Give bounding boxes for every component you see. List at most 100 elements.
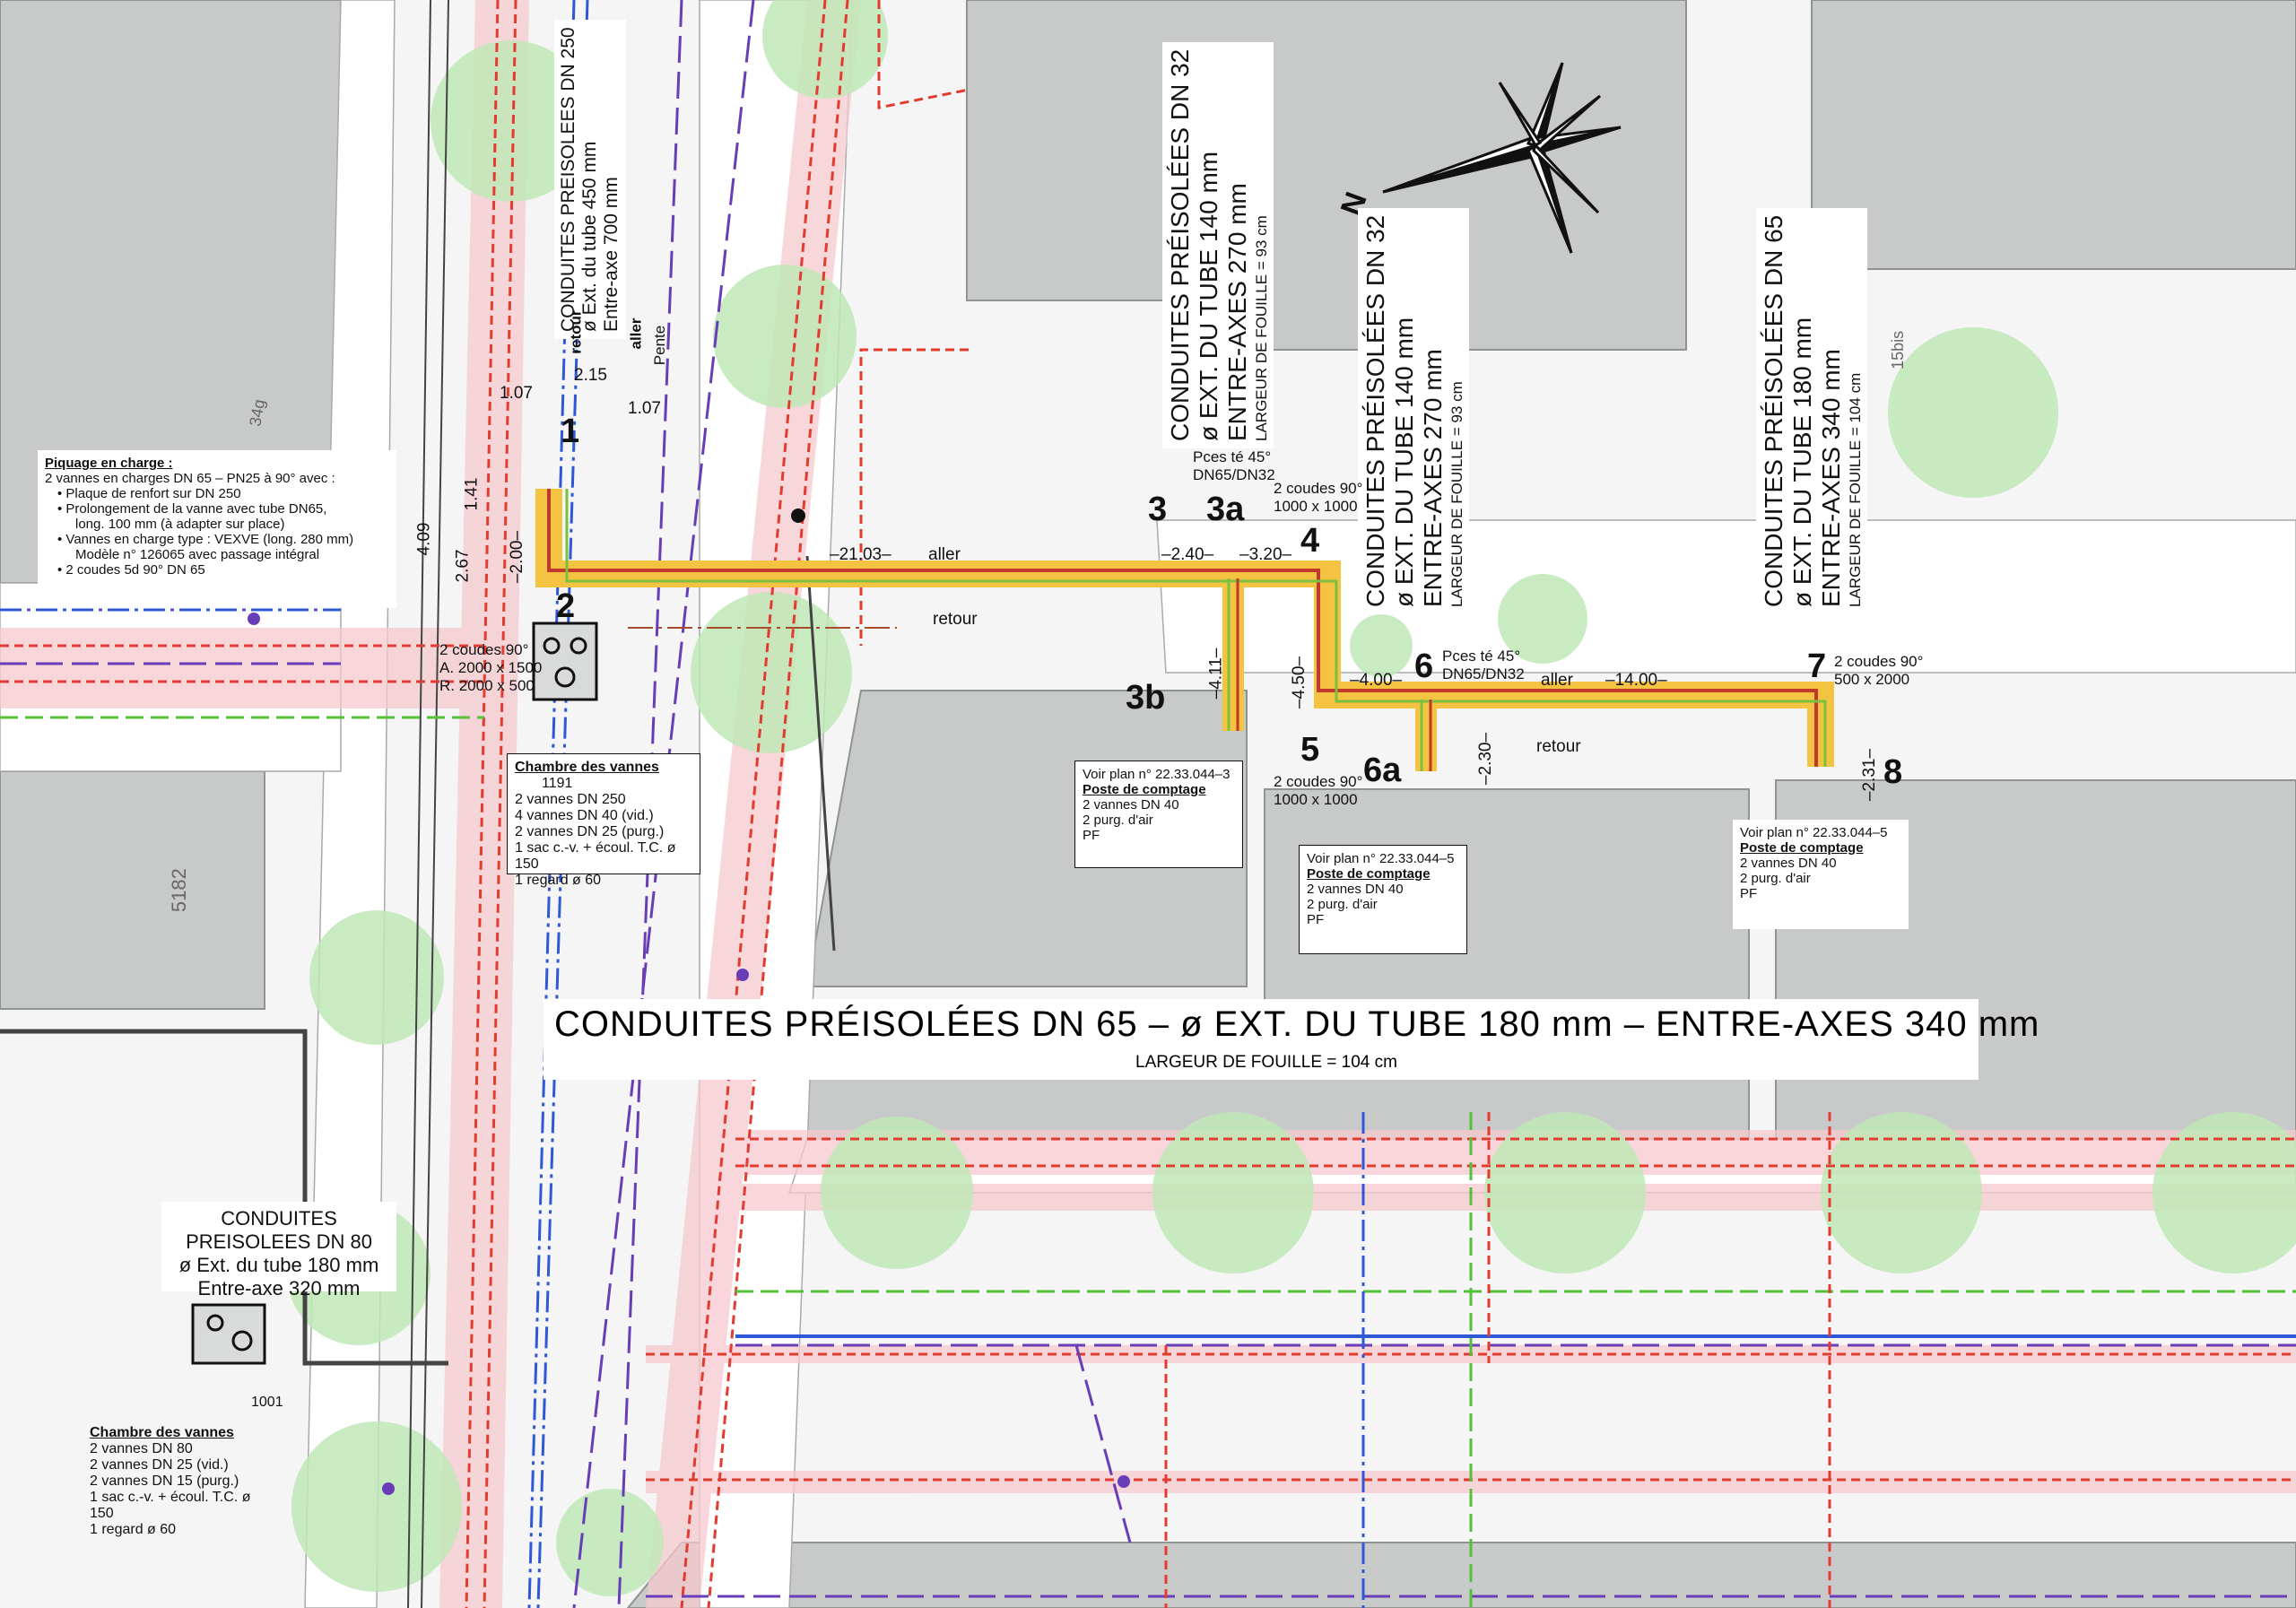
point-5: 5 bbox=[1300, 731, 1320, 769]
box-chambre-1191-l2: 4 vannes DN 40 (vid.) bbox=[515, 808, 654, 823]
dim-2-00: –2.00– bbox=[508, 530, 527, 584]
tree-icon bbox=[556, 1489, 664, 1596]
box-poste-5a-l1: 2 vannes DN 40 bbox=[1307, 882, 1404, 897]
dim-14-00: –14.00– bbox=[1605, 671, 1667, 690]
tree-icon bbox=[291, 1421, 462, 1592]
box-chambre-1001-l4: 1 sac c.-v. + écoul. T.C. ø 150 bbox=[90, 1490, 251, 1521]
dim-1-07-b: 1.07 bbox=[628, 399, 661, 418]
box-chambre-1001-id: 1001 bbox=[251, 1395, 283, 1410]
box-chambre-1001-l1: 2 vannes DN 80 bbox=[90, 1441, 193, 1456]
box-chambre-1001-l3: 2 vannes DN 15 (purg.) bbox=[90, 1473, 239, 1489]
pipe-label-dn65-v-line1: CONDUITES PRÉISOLÉES DN 65 bbox=[1760, 214, 1787, 607]
box-poste-5b-title: Poste de comptage bbox=[1740, 840, 1864, 856]
box-poste-5a-l3: PF bbox=[1307, 912, 1325, 927]
point-3: 3 bbox=[1148, 491, 1168, 528]
box-chambre-1191-title: Chambre des vannes bbox=[515, 760, 659, 775]
building-number-15bis: 15bis bbox=[1889, 330, 1908, 369]
box-poste-5-a: Voir plan n° 22.33.044–5 Poste de compta… bbox=[1299, 845, 1467, 954]
pipe-label-dn250-line1: CONDUITES PREISOLEES DN 250 bbox=[558, 27, 578, 332]
pipe-label-dn250-line2: ø Ext. du tube 450 mm bbox=[579, 141, 601, 332]
dim-2-40: –2.40– bbox=[1161, 545, 1214, 564]
annot-6-line1: Pces té 45° bbox=[1442, 648, 1521, 665]
box-chambre-1191-id: 1191 bbox=[542, 776, 573, 791]
annot-2-line2: A. 2000 x 1500 bbox=[439, 659, 543, 676]
dim-2-31: –2.31– bbox=[1860, 748, 1880, 802]
building-bottom bbox=[626, 1542, 2296, 1608]
pipe-label-dn80-line2: ø Ext. du tube 180 mm bbox=[178, 1254, 379, 1276]
annot-3a-line1: Pces té 45° bbox=[1193, 448, 1272, 465]
flow-retour-1: retour bbox=[933, 610, 978, 629]
pipe-label-dn32-b-line3: ENTRE-AXES 270 mm bbox=[1419, 349, 1448, 607]
box-poste-5a-title: Poste de comptage bbox=[1307, 866, 1431, 882]
building-number-5182: 5182 bbox=[167, 868, 190, 913]
flow-retour-top: retour bbox=[567, 309, 585, 354]
point-8: 8 bbox=[1883, 753, 1903, 791]
flow-pente: Pente bbox=[651, 325, 669, 366]
annot-5: 2 coudes 90° 1000 x 1000 bbox=[1274, 773, 1362, 809]
point-6a: 6a bbox=[1363, 752, 1402, 789]
box-poste-3-l2: 2 purg. d'air bbox=[1083, 813, 1153, 828]
box-piquage-b2: • Prolongement de la vanne avec tube DN6… bbox=[57, 501, 327, 517]
box-piquage: Piquage en charge : 2 vannes en charges … bbox=[38, 450, 396, 608]
point-7: 7 bbox=[1807, 648, 1827, 685]
box-chambre-1001-l5: 1 regard ø 60 bbox=[90, 1522, 177, 1537]
point-1: 1 bbox=[561, 413, 580, 450]
pipe-label-dn65-banner-line1: CONDUITES PRÉISOLÉES DN 65 – ø EXT. DU T… bbox=[554, 1004, 2040, 1044]
box-poste-3-l1: 2 vannes DN 40 bbox=[1083, 797, 1179, 813]
box-piquage-title: Piquage en charge : bbox=[45, 456, 173, 471]
box-piquage-b2b: long. 100 mm (à adapter sur place) bbox=[75, 517, 285, 532]
tree-icon bbox=[1350, 614, 1413, 677]
box-piquage-b3b: Modèle n° 126065 avec passage intégral bbox=[75, 547, 320, 562]
pipe-label-dn65-vertical: CONDUITES PRÉISOLÉES DN 65 ø EXT. DU TUB… bbox=[1756, 207, 1868, 614]
point-2: 2 bbox=[556, 587, 576, 625]
flow-aller-2: aller bbox=[1541, 671, 1573, 690]
valve-chamber-icon bbox=[191, 1303, 266, 1365]
pipe-label-dn32-b-line4: LARGEUR DE FOUILLE = 93 cm bbox=[1448, 381, 1465, 607]
pipe-label-dn32-b-line2: ø EXT. DU TUBE 140 mm bbox=[1390, 317, 1419, 607]
box-poste-5a-l2: 2 purg. d'air bbox=[1307, 897, 1378, 912]
box-chambre-1191-l1: 2 vannes DN 250 bbox=[515, 792, 626, 807]
pipe-label-dn32-a-line2: ø EXT. DU TUBE 140 mm bbox=[1195, 151, 1223, 441]
point-3b: 3b bbox=[1126, 679, 1166, 717]
box-piquage-line1: 2 vannes en charges DN 65 – PN25 à 90° a… bbox=[45, 471, 335, 486]
building-top-center bbox=[966, 0, 1687, 351]
pipe-label-dn65-banner: CONDUITES PRÉISOLÉES DN 65 – ø EXT. DU T… bbox=[544, 999, 2039, 1080]
box-chambre-1191-l5: 1 regard ø 60 bbox=[515, 873, 602, 888]
dim-21-03: –21.03– bbox=[830, 545, 891, 564]
box-poste-5-b: Voir plan n° 22.33.044–5 Poste de compta… bbox=[1733, 820, 1909, 929]
dim-4-00: –4.00– bbox=[1350, 671, 1403, 690]
tree-icon bbox=[1821, 1112, 1982, 1273]
annot-2-line3: R. 2000 x 500 bbox=[439, 677, 535, 694]
annot-2: 2 coudes 90° A. 2000 x 1500 R. 2000 x 50… bbox=[439, 641, 542, 695]
pipe-label-dn80-line3: Entre-axe 320 mm bbox=[197, 1277, 361, 1299]
pipe-label-dn250-line3: Entre-axe 700 mm bbox=[601, 177, 622, 332]
pipe-label-dn32-a-line4: LARGEUR DE FOUILLE = 93 cm bbox=[1252, 215, 1270, 441]
pipe-label-dn32-a: CONDUITES PRÉISOLÉES DN 32 ø EXT. DU TUB… bbox=[1162, 41, 1274, 448]
box-piquage-b4: • 2 coudes 5d 90° DN 65 bbox=[57, 562, 205, 578]
box-chambre-1001: 1001 Chambre des vannes 2 vannes DN 80 2… bbox=[83, 1395, 283, 1547]
valve-chamber-1191 bbox=[532, 621, 598, 701]
flow-aller-top: aller bbox=[627, 317, 645, 350]
dim-3-20: –3.20– bbox=[1239, 545, 1292, 564]
box-poste-5b-l3: PF bbox=[1740, 886, 1758, 901]
box-poste-5a-ref: Voir plan n° 22.33.044–5 bbox=[1307, 851, 1455, 866]
annot-3a: Pces té 45° DN65/DN32 bbox=[1193, 448, 1275, 484]
annot-7-line2: 500 x 2000 bbox=[1834, 671, 1910, 688]
box-chambre-1191-l4: 1 sac c.-v. + écoul. T.C. ø 150 bbox=[515, 840, 676, 872]
pipe-label-dn65-v-line4: LARGEUR DE FOUILLE = 104 cm bbox=[1846, 372, 1864, 607]
building-top-right bbox=[1811, 0, 2296, 270]
annot-7: 2 coudes 90° 500 x 2000 bbox=[1834, 653, 1923, 689]
annot-4-line2: 1000 x 1000 bbox=[1274, 498, 1358, 515]
annot-4-line1: 2 coudes 90° bbox=[1274, 480, 1363, 497]
dim-4-50: –4.50– bbox=[1290, 656, 1309, 709]
dim-4-09: 4.09 bbox=[414, 522, 434, 556]
annot-5-line1: 2 coudes 90° bbox=[1274, 773, 1363, 790]
box-chambre-1001-l2: 2 vannes DN 25 (vid.) bbox=[90, 1457, 229, 1473]
flow-retour-2: retour bbox=[1536, 737, 1581, 756]
dim-4-11: –4.11– bbox=[1206, 648, 1226, 700]
pipe-label-dn32-a-line1: CONDUITES PRÉISOLÉES DN 32 bbox=[1166, 48, 1194, 441]
annot-3a-line2: DN65/DN32 bbox=[1193, 466, 1275, 483]
annot-6-line2: DN65/DN32 bbox=[1442, 665, 1525, 682]
pipe-label-dn32-b: CONDUITES PRÉISOLÉES DN 32 ø EXT. DU TUB… bbox=[1358, 207, 1470, 614]
tree-icon bbox=[1152, 1112, 1314, 1273]
